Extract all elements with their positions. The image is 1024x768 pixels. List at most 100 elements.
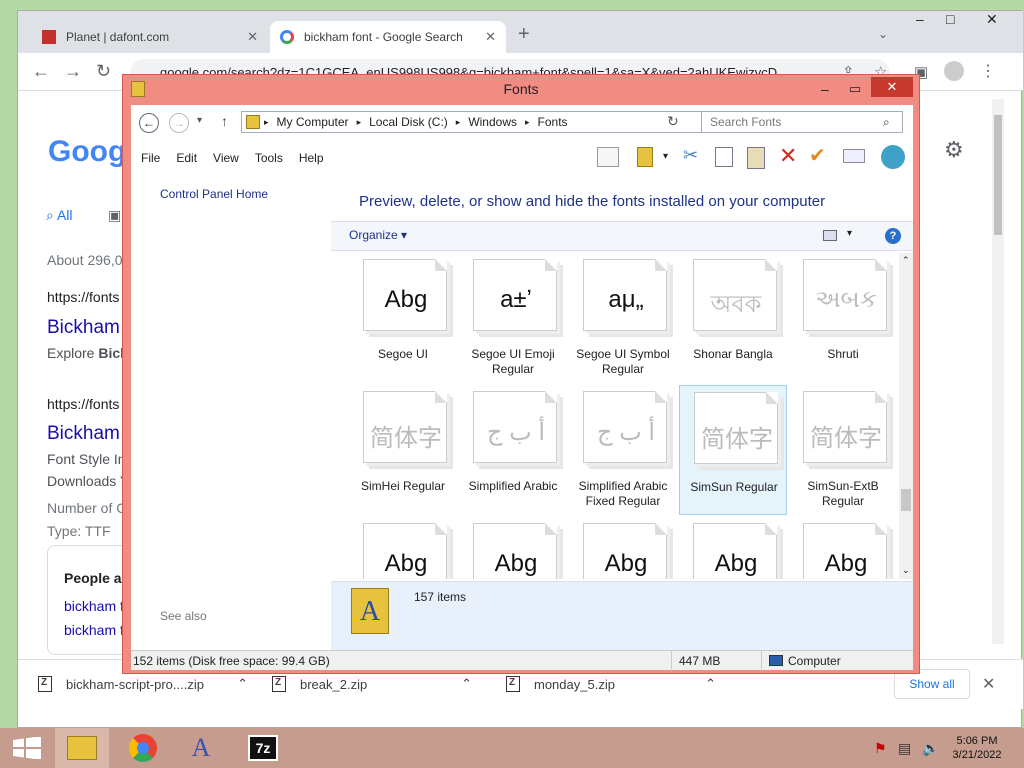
control-panel-home-link[interactable]: Control Panel Home xyxy=(160,187,268,201)
taskbar-fonts[interactable]: A xyxy=(174,728,228,768)
images-tab-icon[interactable]: ▣ xyxy=(108,207,121,224)
scroll-up-icon[interactable]: ⌃ xyxy=(902,255,910,266)
breadcrumb-windows[interactable]: Windows xyxy=(468,115,517,129)
close-tab-icon[interactable]: ✕ xyxy=(485,29,496,45)
forward-icon[interactable]: → xyxy=(64,61,82,82)
help-icon[interactable]: ? xyxy=(885,228,901,244)
search-icon[interactable]: ⌕ xyxy=(883,115,890,130)
start-button[interactable] xyxy=(0,728,54,768)
result-title[interactable]: Bickham xyxy=(47,423,120,445)
view-dropdown-icon[interactable]: ▾ xyxy=(847,228,852,239)
refresh-icon[interactable]: ↻ xyxy=(667,113,679,130)
download-item[interactable]: break_2.zip ⌃ xyxy=(272,672,472,696)
font-name: SimSun Regular xyxy=(690,480,778,494)
font-item[interactable]: أ ب ج Simplified Arabic Fixed Regular xyxy=(569,385,677,515)
font-item[interactable]: 简体字 SimSun Regular xyxy=(679,385,787,515)
search-all-tab[interactable]: ⌕ All xyxy=(46,207,73,224)
font-item[interactable]: Abg xyxy=(569,517,677,579)
properties-icon[interactable] xyxy=(843,149,865,163)
related-search-link[interactable]: bickham f xyxy=(64,598,124,614)
minimize-button[interactable]: – xyxy=(916,11,924,27)
scroll-down-icon[interactable]: ⌄ xyxy=(902,565,910,576)
font-sample: 简体字 xyxy=(810,425,882,452)
close-downloads-icon[interactable]: ✕ xyxy=(982,674,995,694)
result-title[interactable]: Bickham xyxy=(47,317,120,339)
maximize-button[interactable]: □ xyxy=(946,11,954,27)
font-item[interactable]: a±ʼ Segoe UI Emoji Regular xyxy=(459,253,567,383)
scrollbar-thumb[interactable] xyxy=(901,489,911,511)
network-icon[interactable]: ▤ xyxy=(898,740,911,757)
tab-google[interactable]: bickham font - Google Search ✕ xyxy=(270,21,506,53)
font-item[interactable]: aμ„ Segoe UI Symbol Regular xyxy=(569,253,677,383)
system-clock[interactable]: 5:06 PM 3/21/2022 xyxy=(944,734,1010,762)
tab-dafont[interactable]: Planet | dafont.com ✕ xyxy=(32,21,268,53)
up-arrow-icon[interactable]: ↑ xyxy=(221,113,228,129)
profile-avatar-icon[interactable] xyxy=(944,61,964,81)
copy-icon[interactable] xyxy=(715,147,733,167)
dropdown-icon[interactable]: ▾ xyxy=(663,151,668,162)
font-file-icon: Abg xyxy=(363,523,447,579)
volume-muted-icon[interactable]: 🔈 xyxy=(922,740,939,757)
font-item[interactable]: Abg xyxy=(349,517,457,579)
explorer-close-button[interactable]: ✕ xyxy=(871,77,913,97)
font-item[interactable]: Abg xyxy=(789,517,897,579)
font-item[interactable]: 简体字 SimSun-ExtB Regular xyxy=(789,385,897,515)
font-item[interactable]: 简体字 SimHei Regular xyxy=(349,385,457,515)
download-item[interactable]: monday_5.zip ⌃ xyxy=(506,672,716,696)
taskbar-chrome[interactable] xyxy=(116,728,170,768)
menu-edit[interactable]: Edit xyxy=(176,151,197,165)
settings-gear-icon[interactable]: ⚙ xyxy=(944,137,964,163)
fonts-scrollbar[interactable]: ⌃ ⌄ xyxy=(899,253,913,579)
result-url[interactable]: https://fonts xyxy=(47,289,119,305)
menu-help[interactable]: Help xyxy=(299,151,324,165)
breadcrumb-fonts[interactable]: Fonts xyxy=(538,115,568,129)
tab-search-icon[interactable]: ⌄ xyxy=(878,27,888,41)
google-logo[interactable]: Goog xyxy=(48,135,126,169)
action-center-flag-icon[interactable]: ⚑ xyxy=(874,740,887,757)
paste-icon[interactable] xyxy=(747,147,765,169)
chevron-up-icon[interactable]: ⌃ xyxy=(705,676,716,692)
view-options-icon[interactable] xyxy=(823,230,837,241)
font-item[interactable]: Abg Segoe UI xyxy=(349,253,457,383)
chevron-up-icon[interactable]: ⌃ xyxy=(461,676,472,692)
chevron-up-icon[interactable]: ⌃ xyxy=(237,676,248,692)
menu-view[interactable]: View xyxy=(213,151,239,165)
reload-icon[interactable]: ↻ xyxy=(96,61,111,82)
font-item[interactable]: અબક Shruti xyxy=(789,253,897,383)
cut-icon[interactable]: ✂ xyxy=(683,145,698,166)
back-icon[interactable]: ← xyxy=(32,61,50,82)
scrollbar-thumb[interactable] xyxy=(994,115,1002,235)
delete-icon[interactable]: ✕ xyxy=(779,143,797,169)
close-tab-icon[interactable]: ✕ xyxy=(247,29,258,45)
search-fonts-input[interactable]: Search Fonts xyxy=(701,111,903,133)
preview-pane-icon[interactable] xyxy=(597,147,619,167)
explorer-minimize-button[interactable]: – xyxy=(821,75,829,103)
taskbar-file-explorer[interactable] xyxy=(55,728,109,768)
breadcrumb-my-computer[interactable]: My Computer xyxy=(277,115,349,129)
menu-tools[interactable]: Tools xyxy=(255,151,283,165)
font-name: Shonar Bangla xyxy=(693,347,773,361)
back-icon[interactable]: ← xyxy=(139,113,159,133)
folder-options-icon[interactable] xyxy=(637,147,653,167)
new-tab-button[interactable]: + xyxy=(518,23,530,46)
globe-icon[interactable] xyxy=(881,145,905,169)
recent-dropdown-icon[interactable]: ▾ xyxy=(197,115,202,126)
explorer-address-bar[interactable]: ▸ My Computer ▸ Local Disk (C:) ▸ Windows ▸… xyxy=(241,111,764,133)
font-item[interactable]: অবক Shonar Bangla xyxy=(679,253,787,383)
font-item[interactable]: أ ب ج Simplified Arabic xyxy=(459,385,567,515)
font-item[interactable]: Abg xyxy=(679,517,787,579)
related-search-link[interactable]: bickham f xyxy=(64,622,124,638)
font-item[interactable]: Abg xyxy=(459,517,567,579)
menu-kebab-icon[interactable]: ⋮ xyxy=(980,61,996,81)
result-url[interactable]: https://fonts xyxy=(47,396,119,412)
close-button[interactable]: ✕ xyxy=(986,11,998,28)
taskbar-7zip[interactable]: 7z xyxy=(236,728,290,768)
organize-button[interactable]: Organize ▾ xyxy=(349,228,407,242)
download-item[interactable]: bickham-script-pro....zip ⌃ xyxy=(38,672,248,696)
page-scrollbar[interactable] xyxy=(992,99,1004,644)
forward-icon[interactable]: → xyxy=(169,113,189,133)
breadcrumb-local-disk[interactable]: Local Disk (C:) xyxy=(369,115,448,129)
menu-file[interactable]: File xyxy=(141,151,160,165)
checkmark-icon[interactable]: ✔ xyxy=(809,143,826,168)
explorer-maximize-button[interactable]: ▭ xyxy=(849,75,861,103)
